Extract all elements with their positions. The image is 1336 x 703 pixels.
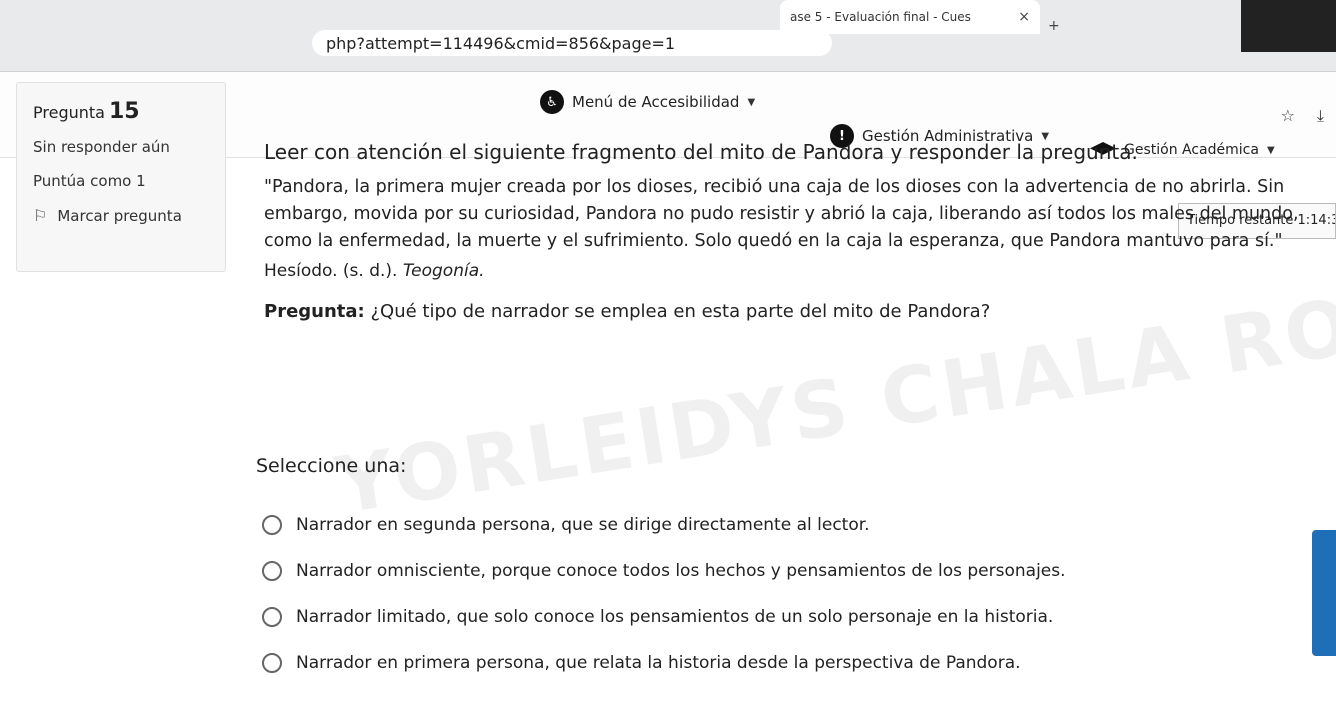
- question-number: Pregunta 15: [33, 99, 209, 124]
- window-corner: [1241, 0, 1336, 52]
- source-title: Teogonía.: [402, 261, 485, 281]
- question-score: Puntúa como 1: [33, 172, 146, 190]
- accessibility-menu[interactable]: ♿ Menú de Accesibilidad ▼: [540, 90, 755, 114]
- flag-question-label: Marcar pregunta: [57, 206, 182, 225]
- answer-option-a[interactable]: Narrador en segunda persona, que se diri…: [262, 502, 1262, 548]
- prompt-label: Pregunta:: [264, 301, 365, 322]
- answer-option-d[interactable]: Narrador en primera persona, que relata …: [262, 640, 1262, 686]
- answer-text: Narrador en segunda persona, que se diri…: [296, 515, 870, 535]
- source-author: Hesíodo. (s. d.).: [264, 261, 403, 281]
- radio-button[interactable]: [262, 561, 282, 581]
- chevron-down-icon: ▼: [747, 96, 756, 108]
- download-icon[interactable]: ⤓: [1317, 106, 1324, 126]
- question-content: Leer con atención el siguiente fragmento…: [264, 140, 1334, 322]
- address-bar[interactable]: php?attempt=114496&cmid=856&page=1: [312, 30, 832, 56]
- question-info-panel: Pregunta 15 Sin responder aún Puntúa como…: [16, 82, 226, 272]
- select-one-label: Seleccione una:: [256, 455, 407, 477]
- question-number-value: 15: [108, 99, 140, 124]
- close-icon[interactable]: ×: [1018, 9, 1030, 25]
- flag-question-button[interactable]: ⚐ Marcar pregunta: [33, 206, 209, 225]
- answer-option-b[interactable]: Narrador omnisciente, porque conoce todo…: [262, 548, 1262, 594]
- answer-text: Narrador limitado, que solo conoce los p…: [296, 607, 1054, 627]
- browser-tab[interactable]: ase 5 - Evaluación final - Cues ×: [780, 0, 1040, 34]
- passage-source: Hesíodo. (s. d.). Teogonía.: [264, 261, 1334, 281]
- browser-top-bar: ase 5 - Evaluación final - Cues × + php?…: [0, 0, 1336, 72]
- radio-button[interactable]: [262, 607, 282, 627]
- question-status: Sin responder aún: [33, 138, 170, 156]
- prompt-text: ¿Qué tipo de narrador se emplea en esta …: [364, 301, 991, 322]
- bookmark-star-icon[interactable]: ☆: [1281, 106, 1295, 126]
- accessibility-icon: ♿: [540, 90, 564, 114]
- question-passage: "Pandora, la primera mujer creada por lo…: [264, 177, 1299, 251]
- answer-text: Narrador omnisciente, porque conoce todo…: [296, 561, 1066, 581]
- side-panel-toggle[interactable]: [1312, 530, 1336, 656]
- question-instruction: Leer con atención el siguiente fragmento…: [264, 140, 1138, 164]
- new-tab-icon[interactable]: +: [1048, 18, 1060, 34]
- tab-title: ase 5 - Evaluación final - Cues: [790, 10, 971, 24]
- flag-icon: ⚐: [33, 206, 48, 225]
- accessibility-menu-label: Menú de Accesibilidad: [572, 93, 740, 111]
- radio-button[interactable]: [262, 515, 282, 535]
- radio-button[interactable]: [262, 653, 282, 673]
- answer-options: Narrador en segunda persona, que se diri…: [262, 502, 1262, 686]
- answer-option-c[interactable]: Narrador limitado, que solo conoce los p…: [262, 594, 1262, 640]
- browser-tools: ☆ ⤓: [1281, 106, 1324, 126]
- question-prompt: Pregunta: ¿Qué tipo de narrador se emple…: [264, 301, 1334, 322]
- question-label: Pregunta: [33, 103, 105, 122]
- answer-text: Narrador en primera persona, que relata …: [296, 653, 1021, 673]
